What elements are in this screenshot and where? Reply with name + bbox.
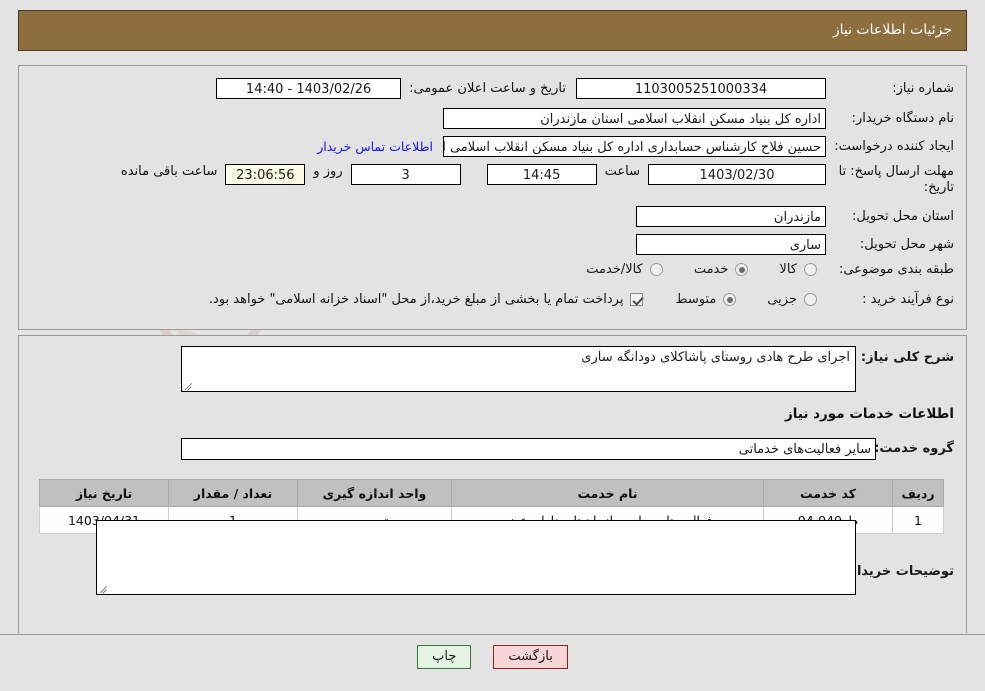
remaining-time-label: ساعت باقی مانده <box>120 164 218 179</box>
buyer-organization-row: نام دستگاه خریدار: اداره کل بنیاد مسکن ا… <box>443 108 954 129</box>
subject-classification-label: طبقه بندی موضوعی: <box>838 262 954 277</box>
print-button[interactable]: چاپ <box>417 645 472 669</box>
column-header-row-no: ردیف <box>892 479 944 507</box>
delivery-province-row: استان محل تحویل: مازندران <box>636 206 954 227</box>
radio-item-minor[interactable]: جزیی <box>767 292 820 307</box>
column-header-service-name: نام خدمت <box>451 479 764 507</box>
radio-minor-icon[interactable] <box>804 293 817 306</box>
deadline-date-value: 1403/02/30 <box>648 164 826 185</box>
radio-goods-service-icon[interactable] <box>649 263 663 276</box>
radio-goods-service-label: کالا/خدمت <box>586 262 643 277</box>
general-description-textarea[interactable]: اجرای طرح هادی روستای پاشاکلای دودانگه س… <box>181 346 856 392</box>
delivery-city-row: شهر محل تحویل: ساری <box>636 234 954 255</box>
column-header-need-date: تاریخ نیاز <box>39 479 169 507</box>
general-description-label: شرح کلی نیاز: <box>860 350 954 365</box>
page-title: جزئیات اطلاعات نیاز <box>832 22 952 38</box>
column-header-service-code: کد خدمت <box>763 479 893 507</box>
announcement-datetime-row: تاریخ و ساعت اعلان عمومی: 1403/02/26 - 1… <box>216 78 566 99</box>
request-creator-value: حسین فلاح کارشناس حسابداری اداره کل بنیا… <box>443 136 826 157</box>
buyer-notes-label: توضیحات خریدار; <box>844 564 954 579</box>
radio-goods-icon[interactable] <box>804 263 817 276</box>
radio-medium-label: متوسط <box>675 292 717 307</box>
footer-divider <box>0 634 985 635</box>
buyer-organization-value: اداره کل بنیاد مسکن انقلاب اسلامی استان … <box>443 108 826 129</box>
service-group-value: سایر فعالیت‌های خدماتی <box>181 438 876 460</box>
buyer-organization-label: نام دستگاه خریدار: <box>851 111 954 126</box>
back-button[interactable]: بازگشت <box>493 645 568 669</box>
request-creator-row: ایجاد کننده درخواست: حسین فلاح کارشناس ح… <box>317 136 954 157</box>
purchase-process-row: نوع فرآیند خرید : جزیی متوسط پرداخت تمام… <box>209 292 954 307</box>
service-group-label: گروه خدمت: <box>874 441 954 456</box>
radio-service-icon[interactable] <box>735 263 749 276</box>
need-info-panel: شماره نیاز: 1103005251000334 تاریخ و ساع… <box>18 65 967 330</box>
service-details-panel: شرح کلی نیاز: اجرای طرح هادی روستای پاشا… <box>18 335 967 633</box>
cell-row-no: 1 <box>892 506 944 534</box>
column-header-unit: واحد اندازه گیری <box>297 479 452 507</box>
buyer-contact-link[interactable]: اطلاعات تماس خریدار <box>317 139 433 154</box>
general-description-value: اجرای طرح هادی روستای پاشاکلای دودانگه س… <box>581 350 850 365</box>
treasury-bonds-note: پرداخت تمام یا بخشی از مبلغ خرید،از محل … <box>208 292 624 307</box>
deadline-time-label: ساعت <box>604 164 640 179</box>
buyer-notes-label-wrap: توضیحات خریدار; <box>844 564 954 579</box>
deadline-time-value: 14:45 <box>486 164 597 185</box>
subject-classification-row: طبقه بندی موضوعی: کالا خدمت کالا/خدمت <box>560 262 954 277</box>
request-creator-label: ایجاد کننده درخواست: <box>834 139 954 154</box>
remaining-days-value: 3 <box>350 164 461 185</box>
footer-button-bar: بازگشت چاپ <box>0 645 985 669</box>
response-deadline-row: مهلت ارسال پاسخ: تا تاریخ: 1403/02/30 سا… <box>121 164 954 196</box>
remaining-days-unit-label: روز و <box>313 164 343 179</box>
delivery-province-value: مازندران <box>636 206 826 227</box>
purchase-process-radio-group: جزیی متوسط <box>649 292 820 307</box>
subject-classification-radio-group: کالا خدمت کالا/خدمت <box>560 262 820 277</box>
service-group-label-wrap: گروه خدمت: <box>874 441 954 456</box>
countdown-value: 23:06:56 <box>225 164 306 185</box>
radio-item-goods[interactable]: کالا <box>779 262 820 277</box>
resize-grip-icon[interactable] <box>184 380 194 390</box>
purchase-process-label: نوع فرآیند خرید : <box>862 292 954 307</box>
buyer-notes-textarea[interactable] <box>96 520 856 595</box>
radio-goods-label: کالا <box>779 262 797 277</box>
resize-grip-icon-notes[interactable] <box>99 583 109 593</box>
radio-service-label: خدمت <box>693 262 729 277</box>
column-header-quantity: تعداد / مقدار <box>168 479 298 507</box>
radio-item-medium[interactable]: متوسط <box>675 292 739 307</box>
general-description-label-wrap: شرح کلی نیاز: <box>861 350 954 365</box>
service-items-thead: ردیف کد خدمت نام خدمت واحد اندازه گیری ت… <box>39 479 944 507</box>
delivery-province-label: استان محل تحویل: <box>852 209 954 224</box>
radio-item-service[interactable]: خدمت <box>694 262 752 277</box>
delivery-city-label: شهر محل تحویل: <box>859 237 954 252</box>
table-header-row: ردیف کد خدمت نام خدمت واحد اندازه گیری ت… <box>39 479 944 507</box>
radio-medium-icon[interactable] <box>723 293 737 306</box>
radio-minor-label: جزیی <box>767 292 797 307</box>
need-number-value: 1103005251000334 <box>576 78 826 99</box>
delivery-city-value: ساری <box>636 234 826 255</box>
services-section-title: اطلاعات خدمات مورد نیاز <box>784 406 954 422</box>
announcement-datetime-label: تاریخ و ساعت اعلان عمومی: <box>409 81 566 96</box>
need-number-label: شماره نیاز: <box>892 81 954 96</box>
announcement-datetime-value: 1403/02/26 - 14:40 <box>216 78 402 99</box>
need-number-row: شماره نیاز: 1103005251000334 <box>576 78 954 99</box>
treasury-bonds-checkbox[interactable] <box>630 293 644 306</box>
response-deadline-label: مهلت ارسال پاسخ: تا تاریخ: <box>838 164 954 195</box>
radio-item-goods-service[interactable]: کالا/خدمت <box>586 262 666 277</box>
page-header-bar: جزئیات اطلاعات نیاز <box>18 10 967 51</box>
